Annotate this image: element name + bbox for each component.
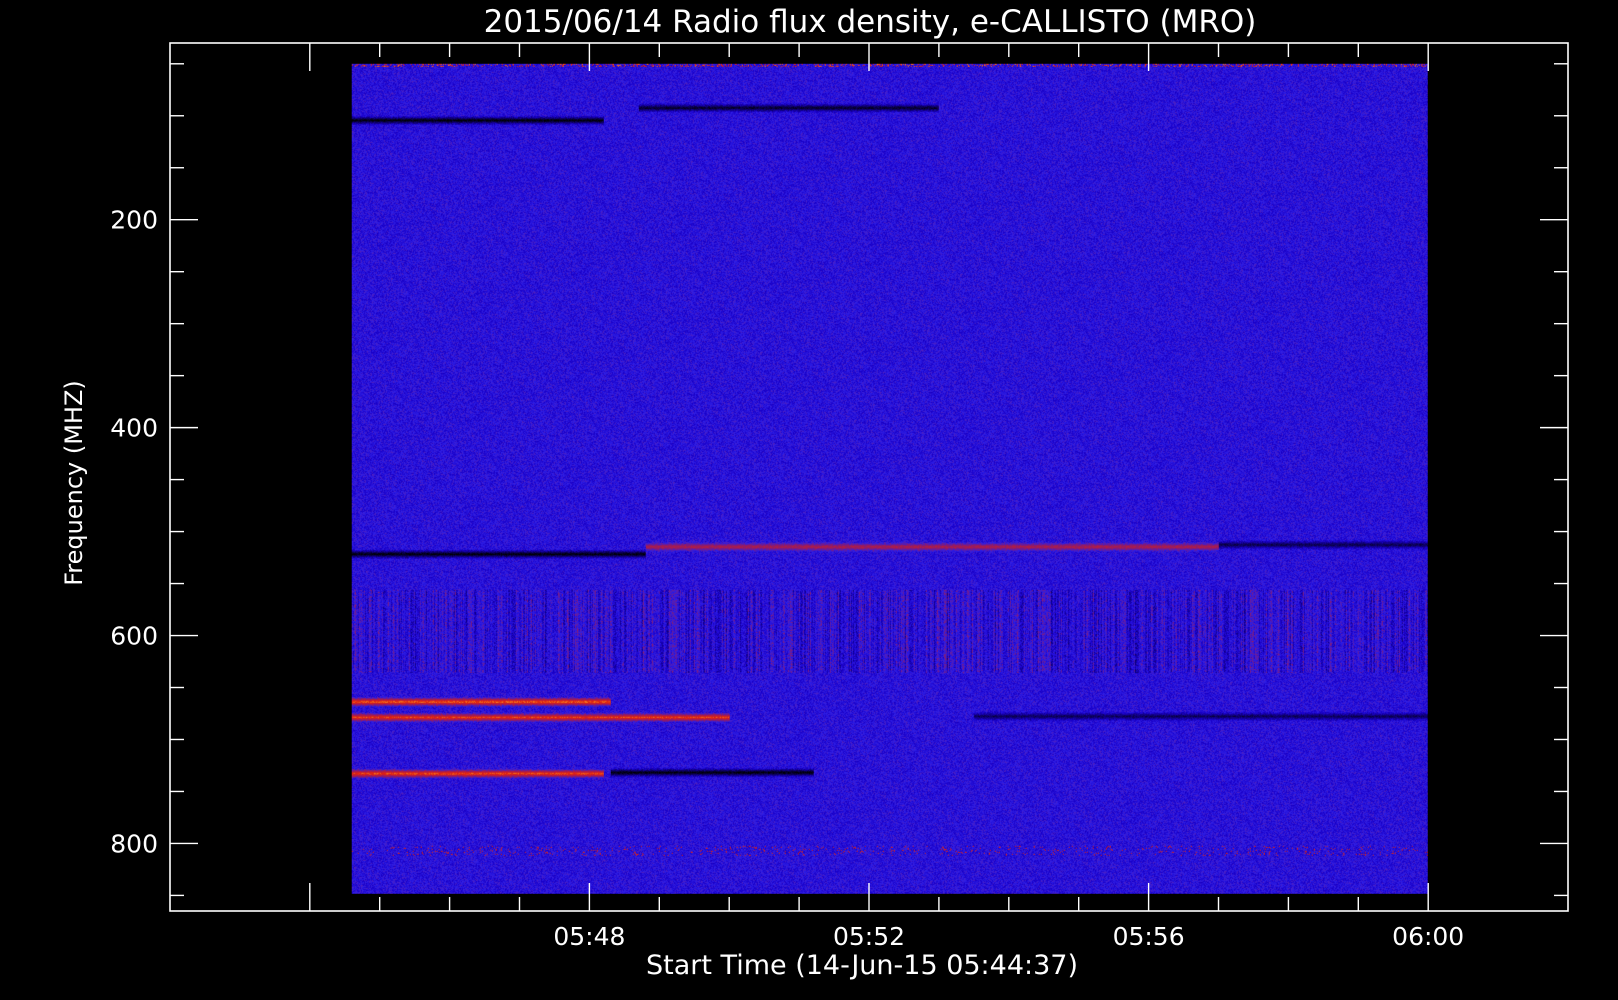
- spectrogram-heatmap: [351, 63, 1428, 894]
- spectrogram-chart: 2015/06/14 Radio flux density, e-CALLIST…: [60, 4, 1569, 981]
- x-axis-label: Start Time (14-Jun-15 05:44:37): [646, 950, 1078, 981]
- y-tick-label: 400: [110, 414, 158, 443]
- chart-title: 2015/06/14 Radio flux density, e-CALLIST…: [484, 4, 1257, 40]
- y-tick-label: 800: [110, 829, 158, 858]
- y-tick-label: 600: [110, 622, 158, 651]
- x-tick-label: 05:56: [1113, 922, 1185, 951]
- y-axis-label: Frequency (MHZ): [60, 380, 88, 586]
- x-tick-label: 05:48: [553, 922, 625, 951]
- y-tick-label: 200: [110, 206, 158, 235]
- x-tick-label: 06:00: [1392, 922, 1464, 951]
- plot-area: 05:48 05:52 05:56 06:00 200 400 600 800: [110, 42, 1569, 951]
- x-tick-label: 05:52: [833, 922, 905, 951]
